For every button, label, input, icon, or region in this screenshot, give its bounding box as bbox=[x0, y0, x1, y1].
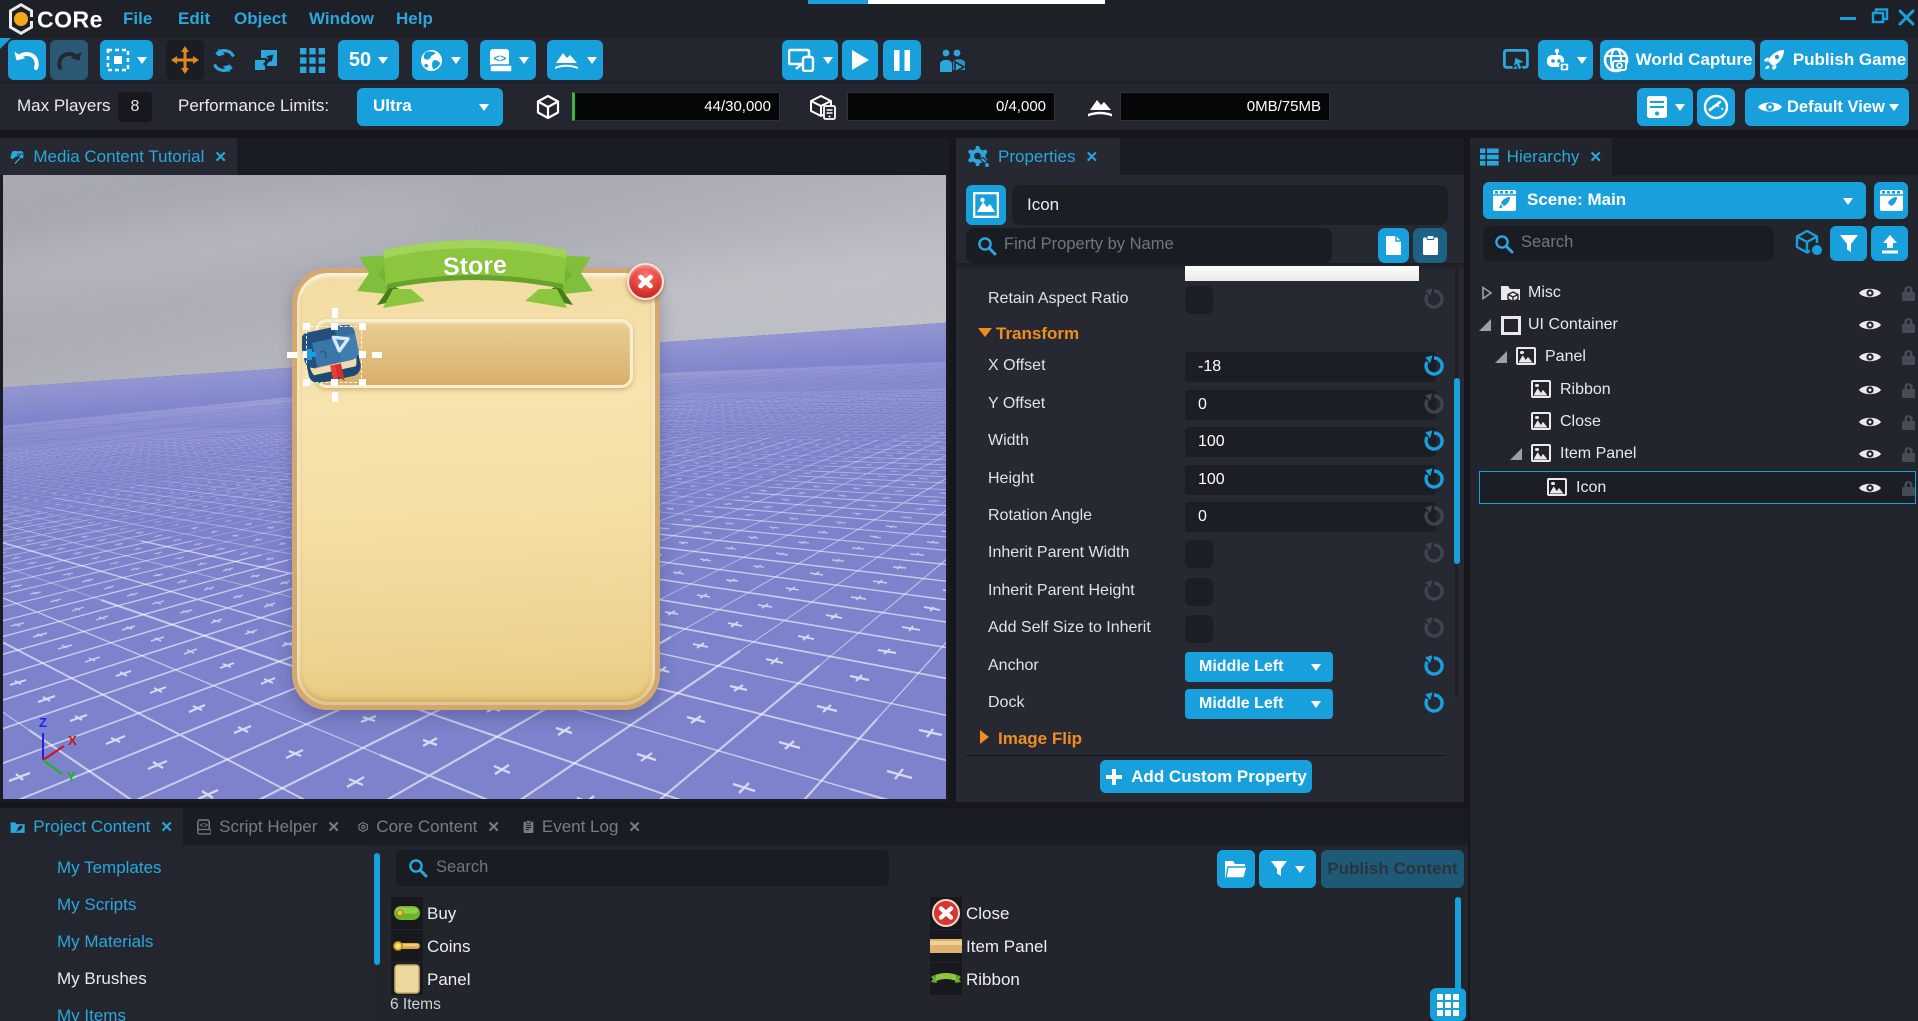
svg-text:<>: <> bbox=[200, 822, 208, 829]
svg-text:X: X bbox=[68, 733, 77, 748]
svg-text:CORe: CORe bbox=[37, 7, 103, 33]
svg-text:Y: Y bbox=[67, 769, 76, 784]
svg-text:<>: <> bbox=[493, 53, 506, 65]
svg-text:Store: Store bbox=[443, 251, 508, 281]
svg-text:Z: Z bbox=[39, 715, 47, 730]
